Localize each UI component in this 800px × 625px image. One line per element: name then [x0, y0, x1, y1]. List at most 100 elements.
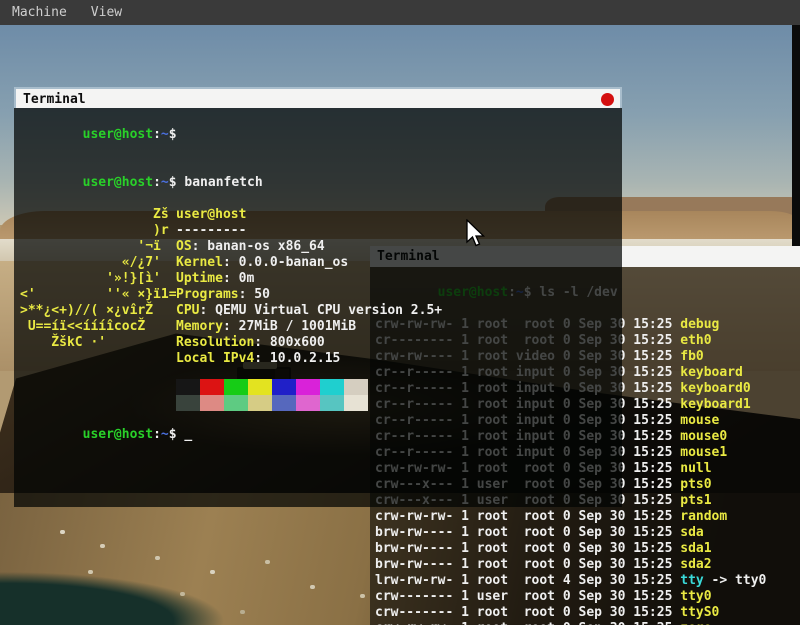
- palette-color: [200, 395, 224, 411]
- device-row: crw-rw-rw- 1 root root 0 Sep 30 15:25 ze…: [375, 621, 800, 625]
- close-button-icon[interactable]: [601, 93, 614, 106]
- palette-color: [344, 395, 368, 411]
- palette-color: [272, 379, 296, 395]
- terminal1-title: Terminal: [23, 92, 86, 107]
- prompt-dollar: $: [169, 427, 185, 442]
- fetch-info-line: Uptime: 0m: [176, 271, 442, 287]
- device-name: keyboard: [680, 365, 743, 380]
- fetch-info-label: CPU: [176, 303, 199, 318]
- vm-screen: MachineView Terminal user@host:~$ ls -l …: [0, 0, 800, 625]
- terminal1-titlebar[interactable]: Terminal: [14, 87, 622, 108]
- prompt-colon: :: [153, 127, 161, 142]
- mouse-cursor-icon: [466, 219, 488, 251]
- device-name: mouse0: [680, 429, 727, 444]
- fetch-info-value: : 10.0.2.15: [254, 351, 340, 366]
- device-meta: brw-rw---- 1 root root 0 Sep 30 15:25: [375, 541, 680, 556]
- fetch-info-value: : 800x600: [254, 335, 324, 350]
- command-text: bananfetch: [184, 175, 262, 190]
- palette-color: [320, 379, 344, 395]
- palette-color: [320, 395, 344, 411]
- terminal-color-palette: [176, 379, 622, 411]
- palette-color: [176, 379, 200, 395]
- fetch-info-value: : 0.0.0-banan_os: [223, 255, 348, 270]
- menu-item-view[interactable]: View: [79, 0, 134, 25]
- fetch-info-value: : QEMU Virtual CPU version 2.5+: [199, 303, 442, 318]
- device-name: pts1: [680, 493, 711, 508]
- palette-color: [224, 379, 248, 395]
- fetch-info-line: OS: banan-os x86_64: [176, 239, 442, 255]
- palette-row-bright: [176, 395, 622, 411]
- palette-color: [248, 379, 272, 395]
- terminal1-prompt-line: user@host:~$ _: [20, 411, 622, 459]
- device-row: crw-rw-rw- 1 root root 0 Sep 30 15:25 ra…: [375, 509, 800, 525]
- menu-item-machine[interactable]: Machine: [0, 0, 79, 25]
- device-meta: crw-rw-rw- 1 root root 0 Sep 30 15:25: [375, 621, 680, 625]
- device-row: brw-rw---- 1 root root 0 Sep 30 15:25 sd…: [375, 541, 800, 557]
- device-name: keyboard1: [680, 397, 750, 412]
- fetch-header: user@host: [176, 207, 442, 223]
- palette-color: [200, 379, 224, 395]
- prompt-path: ~: [161, 427, 169, 442]
- prompt-user: user@host: [83, 127, 153, 142]
- device-name: ttyS0: [680, 605, 719, 620]
- palette-color: [248, 395, 272, 411]
- fetch-info-label: OS: [176, 239, 192, 254]
- device-meta: brw-rw---- 1 root root 0 Sep 30 15:25: [375, 525, 680, 540]
- shell-prompt: user@host:~$: [83, 127, 185, 142]
- vm-menubar: MachineView: [0, 0, 800, 25]
- device-row: lrw-rw-rw- 1 root root 4 Sep 30 15:25 tt…: [375, 573, 800, 589]
- fetch-divider: ---------: [176, 223, 442, 239]
- palette-color: [176, 395, 200, 411]
- terminal1-empty-prompt-line: user@host:~$: [20, 111, 622, 159]
- device-meta: lrw-rw-rw- 1 root root 4 Sep 30 15:25: [375, 573, 680, 588]
- fetch-info-line: Resolution: 800x600: [176, 335, 442, 351]
- terminal1-body[interactable]: user@host:~$ user@host:~$ bananfetch Zš …: [14, 108, 622, 507]
- device-name: eth0: [680, 333, 711, 348]
- device-name: mouse1: [680, 445, 727, 460]
- palette-color: [344, 379, 368, 395]
- device-name: tty: [680, 573, 703, 588]
- terminal-window-fetch[interactable]: Terminal user@host:~$ user@host:~$ banan…: [14, 87, 622, 506]
- device-name: pts0: [680, 477, 711, 492]
- fetch-info-value: : 27MiB / 1001MiB: [223, 319, 356, 334]
- fetch-info-label: Uptime: [176, 271, 223, 286]
- palette-row-normal: [176, 379, 622, 395]
- palette-color: [296, 379, 320, 395]
- symlink-target: -> tty0: [704, 573, 767, 588]
- device-name: tty0: [680, 589, 711, 604]
- fetch-info-label: Programs: [176, 287, 239, 302]
- fetch-info-value: : 50: [239, 287, 270, 302]
- bananfetch-info: user@host---------OS: banan-os x86_64Ker…: [176, 207, 442, 367]
- palette-color: [224, 395, 248, 411]
- device-meta: crw------- 1 user root 0 Sep 30 15:25: [375, 589, 680, 604]
- device-row: crw------- 1 user root 0 Sep 30 15:25 tt…: [375, 589, 800, 605]
- terminal1-command-line: user@host:~$ bananfetch: [20, 159, 622, 207]
- prompt-colon: :: [153, 175, 161, 190]
- fetch-info-line: CPU: QEMU Virtual CPU version 2.5+: [176, 303, 442, 319]
- device-meta: crw-rw-rw- 1 root root 0 Sep 30 15:25: [375, 509, 680, 524]
- device-name: debug: [680, 317, 719, 332]
- fetch-info-label: Resolution: [176, 335, 254, 350]
- palette-color: [272, 395, 296, 411]
- device-row: brw-rw---- 1 root root 0 Sep 30 15:25 sd…: [375, 557, 800, 573]
- fetch-info-line: Local IPv4: 10.0.2.15: [176, 351, 442, 367]
- prompt-user: user@host: [83, 427, 153, 442]
- device-name: null: [680, 461, 711, 476]
- device-name: sda2: [680, 557, 711, 572]
- device-row: brw-rw---- 1 root root 0 Sep 30 15:25 sd…: [375, 525, 800, 541]
- bananfetch-output: Zš )r '¬ï «/¿7' '»!}[ì' <' ''« ×}ï1= >**…: [20, 207, 622, 367]
- fetch-info-value: : 0m: [223, 271, 254, 286]
- palette-color: [296, 395, 320, 411]
- device-name: sda: [680, 525, 703, 540]
- fetch-info-line: Memory: 27MiB / 1001MiB: [176, 319, 442, 335]
- prompt-colon: :: [153, 427, 161, 442]
- wallpaper-pebbles: [60, 530, 65, 534]
- device-meta: brw-rw---- 1 root root 0 Sep 30 15:25: [375, 557, 680, 572]
- prompt-dollar: $: [169, 127, 185, 142]
- device-name: fb0: [680, 349, 703, 364]
- prompt-path: ~: [161, 127, 169, 142]
- device-name: keyboard0: [680, 381, 750, 396]
- fetch-info-label: Kernel: [176, 255, 223, 270]
- prompt-path: ~: [161, 175, 169, 190]
- fetch-info-label: Memory: [176, 319, 223, 334]
